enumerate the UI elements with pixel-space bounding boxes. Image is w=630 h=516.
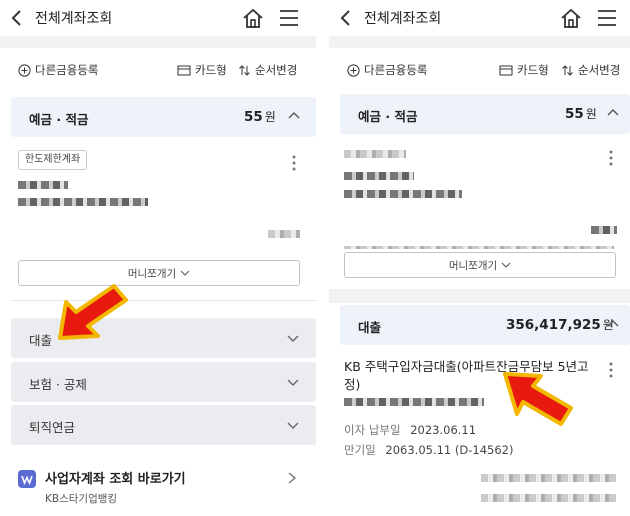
masked-balance bbox=[591, 226, 617, 234]
section-amount: 356,417,925 원 bbox=[506, 317, 614, 333]
plus-circle-icon bbox=[18, 63, 31, 77]
money-split-label: 머니쪼개기 bbox=[448, 259, 498, 272]
separator-band bbox=[329, 289, 630, 303]
add-other-bank-button[interactable]: 다른금융등록 bbox=[347, 62, 427, 78]
loan-section-header[interactable]: 대출 356,417,925 원 bbox=[340, 305, 630, 345]
section-name: 대출 bbox=[358, 320, 382, 335]
change-order-label: 순서변경 bbox=[255, 63, 298, 77]
card-view-label: 카드형 bbox=[517, 63, 549, 77]
section-name: 예금 · 적금 bbox=[358, 109, 418, 124]
top-bar: 전체계좌조회 bbox=[329, 0, 630, 36]
biz-account-link[interactable]: 사업자계좌 조회 바로가기 bbox=[45, 468, 186, 487]
chevron-up-icon bbox=[607, 109, 619, 116]
separator-band bbox=[329, 36, 630, 48]
pension-section-header[interactable]: 퇴직연금 bbox=[11, 405, 316, 445]
masked-account-number bbox=[18, 198, 148, 206]
interest-date-value: 2023.06.11 bbox=[410, 423, 477, 437]
section-name: 대출 bbox=[29, 333, 53, 348]
limit-account-tag: 한도제한계좌 bbox=[18, 150, 88, 170]
plus-circle-icon bbox=[347, 63, 360, 77]
chevron-down-icon bbox=[501, 262, 511, 268]
maturity-date-value: 2063.05.11 (D-14562) bbox=[385, 443, 514, 457]
biz-bank-icon bbox=[18, 470, 36, 488]
section-amount: 55 원 bbox=[244, 109, 276, 125]
sort-icon bbox=[562, 64, 573, 76]
page-title: 전체계좌조회 bbox=[35, 11, 113, 27]
masked-line bbox=[344, 246, 614, 249]
chevron-down-icon bbox=[287, 422, 299, 429]
biz-account-subtitle: KB스타기업뱅킹 bbox=[45, 493, 118, 505]
chevron-down-icon bbox=[287, 335, 299, 342]
money-split-label: 머니쪼개기 bbox=[127, 267, 177, 280]
card-view-button[interactable]: 카드형 bbox=[177, 62, 227, 78]
red-arrow-icon bbox=[58, 284, 128, 340]
chevron-down-icon bbox=[180, 270, 190, 276]
masked-account-tag bbox=[344, 150, 406, 158]
change-order-button[interactable]: 순서변경 bbox=[238, 62, 297, 78]
masked-balance bbox=[268, 230, 300, 238]
add-other-bank-button[interactable]: 다른금융등록 bbox=[18, 62, 98, 78]
chevron-up-icon bbox=[288, 112, 300, 119]
maturity-date-label: 만기일 bbox=[344, 443, 376, 457]
maturity-date-row: 만기일 2063.05.11 (D-14562) bbox=[344, 442, 513, 458]
kebab-menu-icon[interactable] bbox=[609, 362, 613, 378]
section-name: 예금 · 적금 bbox=[29, 112, 89, 127]
deposit-section-header[interactable]: 예금 · 적금 55 원 bbox=[11, 97, 316, 137]
chevron-down-icon bbox=[287, 379, 299, 386]
masked-balance-line bbox=[481, 494, 616, 502]
interest-date-row: 이자 납부일 2023.06.11 bbox=[344, 422, 476, 438]
separator-band bbox=[0, 36, 316, 48]
money-split-button[interactable]: 머니쪼개기 bbox=[344, 252, 616, 278]
kebab-menu-icon[interactable] bbox=[609, 150, 613, 166]
card-view-label: 카드형 bbox=[195, 63, 227, 77]
deposit-section-header[interactable]: 예금 · 적금 55 원 bbox=[340, 94, 630, 134]
home-icon[interactable] bbox=[560, 7, 582, 29]
sort-icon bbox=[239, 64, 250, 76]
back-arrow-icon[interactable] bbox=[8, 9, 26, 27]
hamburger-menu-icon[interactable] bbox=[278, 8, 300, 28]
masked-account-name bbox=[344, 172, 414, 180]
right-screen: 전체계좌조회 다른금융등록 카드형 순서변경 예금 · 적금 55 원 머니쪼개기 bbox=[329, 0, 630, 516]
add-other-bank-label: 다른금융등록 bbox=[35, 63, 99, 77]
insurance-section-header[interactable]: 보험 · 공제 bbox=[11, 362, 316, 402]
chevron-up-icon bbox=[607, 320, 619, 327]
action-row: 다른금융등록 카드형 순서변경 bbox=[0, 62, 316, 84]
home-icon[interactable] bbox=[242, 7, 264, 29]
change-order-label: 순서변경 bbox=[578, 63, 621, 77]
kebab-menu-icon[interactable] bbox=[292, 155, 296, 171]
section-name: 보험 · 공제 bbox=[29, 377, 87, 392]
hamburger-menu-icon[interactable] bbox=[596, 8, 618, 28]
back-arrow-icon[interactable] bbox=[337, 9, 355, 27]
card-icon bbox=[499, 65, 513, 75]
card-icon bbox=[177, 65, 191, 75]
left-screen: 전체계좌조회 다른금융등록 카드형 순서변경 예금 · 적금 55 원 한도제한계… bbox=[0, 0, 316, 516]
section-name: 퇴직연금 bbox=[29, 420, 76, 435]
red-arrow-icon bbox=[503, 372, 573, 426]
card-view-button[interactable]: 카드형 bbox=[499, 62, 549, 78]
section-amount: 55 원 bbox=[565, 106, 597, 122]
chevron-right-icon[interactable] bbox=[286, 471, 298, 485]
interest-date-label: 이자 납부일 bbox=[344, 423, 401, 437]
masked-account-number bbox=[344, 190, 462, 198]
change-order-button[interactable]: 순서변경 bbox=[561, 62, 620, 78]
action-row: 다른금융등록 카드형 순서변경 bbox=[329, 62, 630, 84]
add-other-bank-label: 다른금융등록 bbox=[364, 63, 428, 77]
masked-balance-line bbox=[481, 474, 616, 482]
page-title: 전체계좌조회 bbox=[364, 11, 442, 27]
masked-account-name bbox=[18, 181, 68, 189]
top-bar: 전체계좌조회 bbox=[0, 0, 316, 36]
masked-loan-number bbox=[344, 398, 484, 406]
